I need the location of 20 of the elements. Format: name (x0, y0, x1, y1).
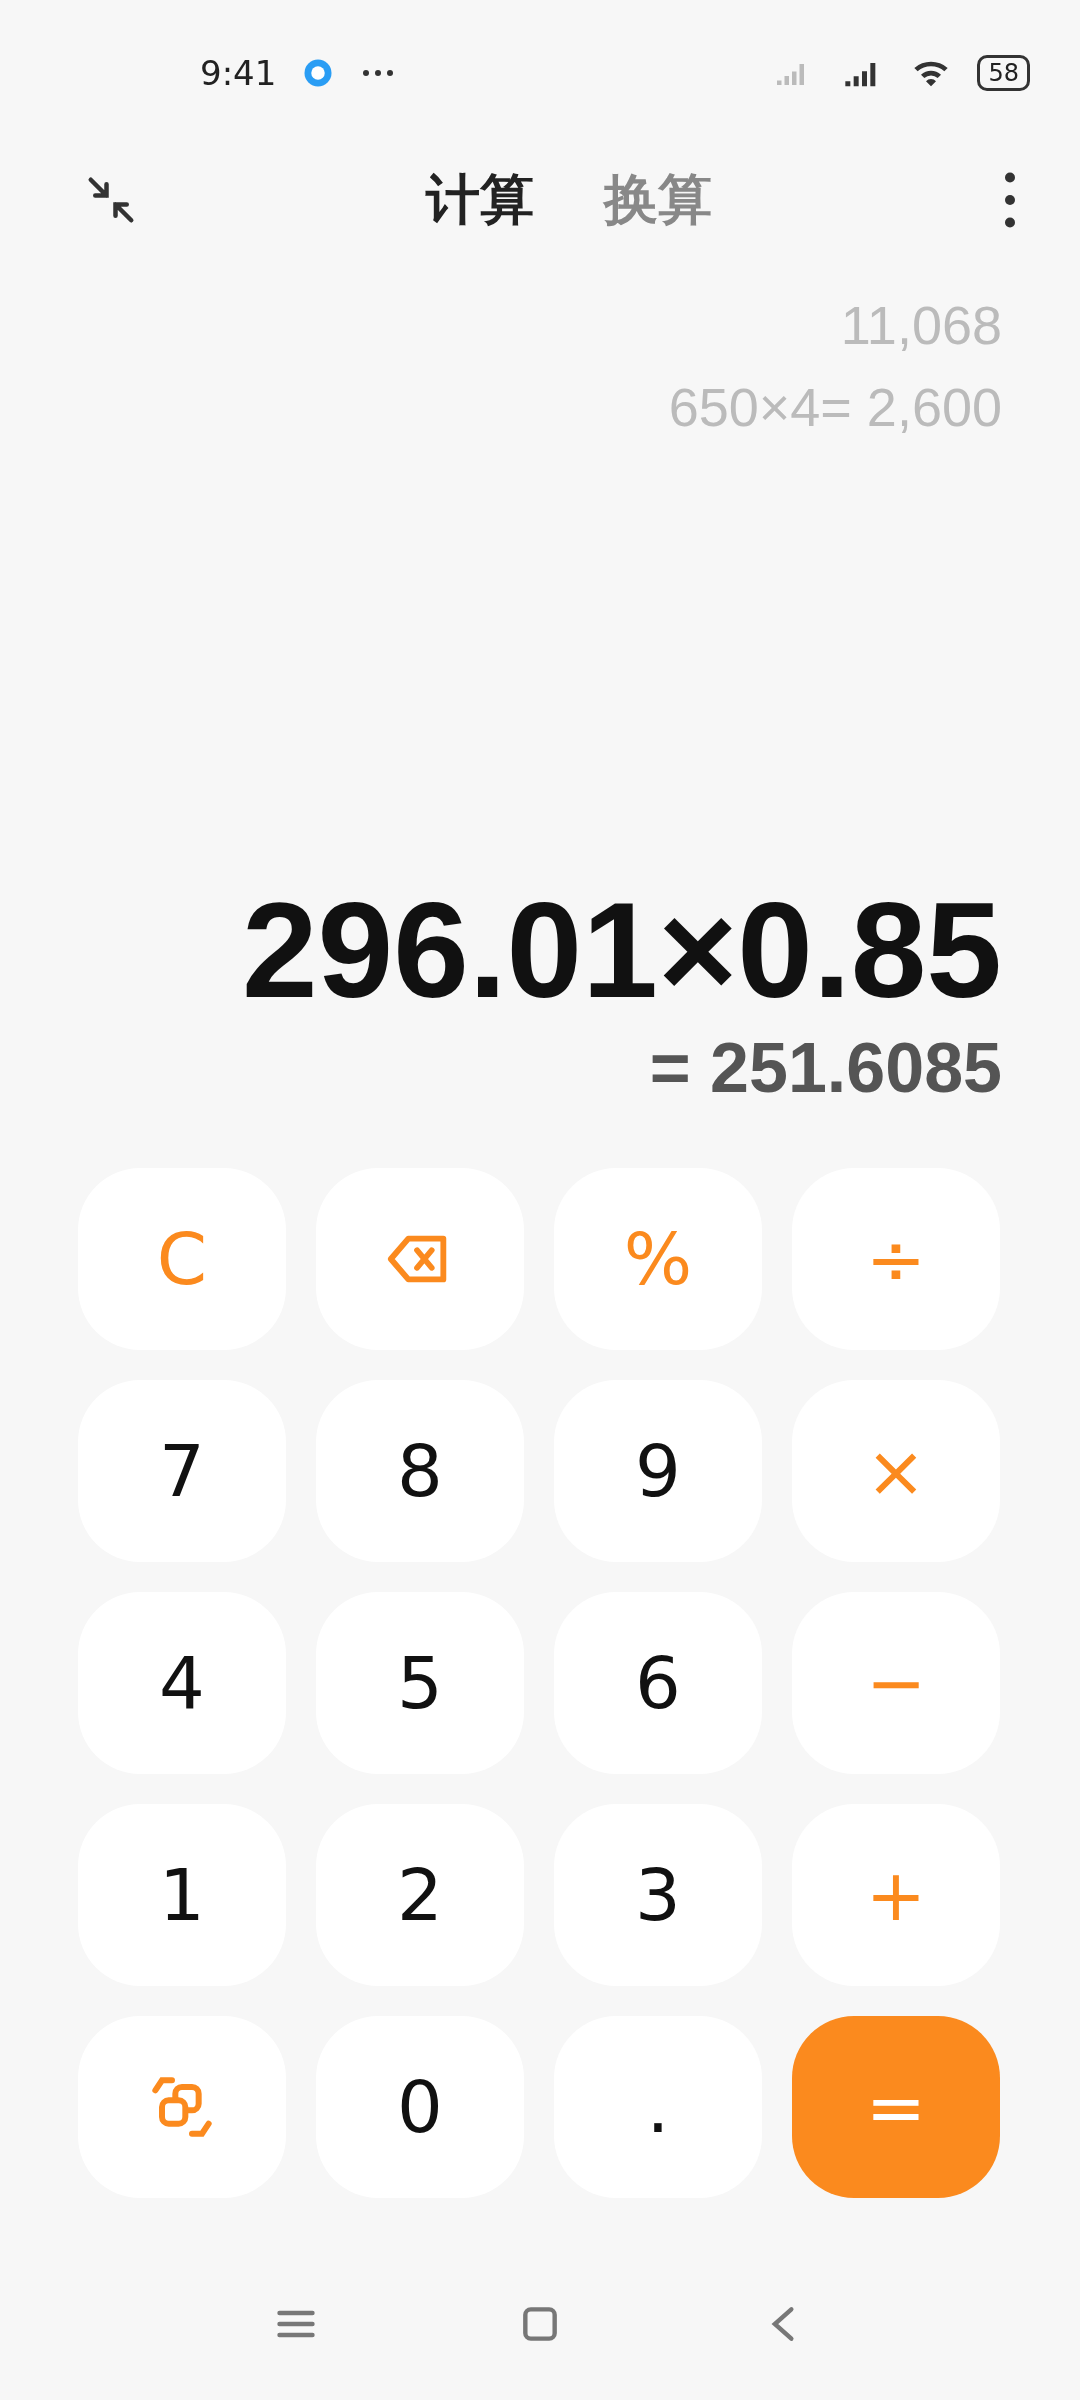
key[interactable]: 3 (554, 1804, 762, 1986)
history-line: 11,068 (840, 294, 1002, 356)
battery-level: 58 (977, 55, 1030, 91)
key[interactable]: 4 (78, 1592, 286, 1774)
key[interactable]: 7 (78, 1380, 286, 1562)
key[interactable]: 2 (316, 1804, 524, 1986)
key[interactable]: 0 (316, 2016, 524, 2198)
status-time: 9:41 (200, 53, 277, 93)
key[interactable]: 8 (316, 1380, 524, 1562)
key[interactable]: 6 (554, 1592, 762, 1774)
key[interactable]: 5 (316, 1592, 524, 1774)
tab[interactable]: 计算 (426, 163, 534, 237)
key[interactable] (316, 1168, 524, 1350)
key[interactable] (78, 2016, 286, 2198)
history-line: 650×4= 2,600 (668, 376, 1002, 438)
result: = 251.6085 (649, 1028, 1003, 1108)
key[interactable]: 9 (554, 1380, 762, 1562)
key[interactable]: . (554, 2016, 762, 2198)
expression: 296.01×0.85 (241, 873, 1003, 1028)
key[interactable]: 1 (78, 1804, 286, 1986)
